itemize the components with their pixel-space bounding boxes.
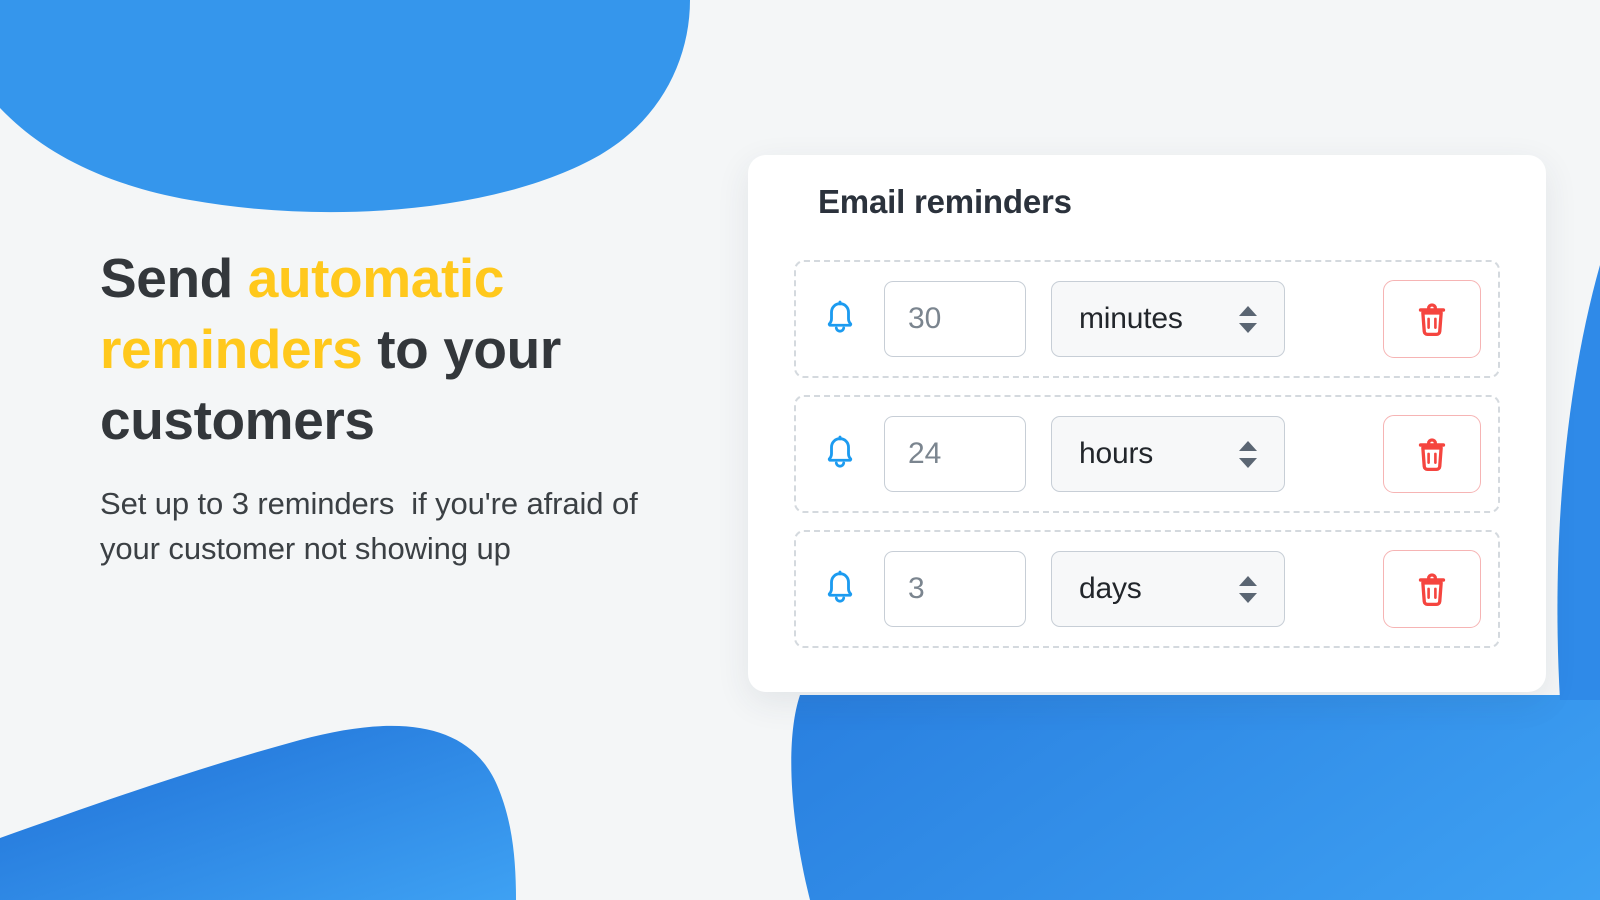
page-root: Send automatic reminders to your customers… <box>0 0 1600 900</box>
delay-value-text: 30 <box>908 302 942 335</box>
delete-reminder-button[interactable] <box>1383 550 1481 628</box>
bell-icon <box>796 570 884 608</box>
delay-unit-select[interactable]: days <box>1051 551 1285 627</box>
sort-updown-icon[interactable] <box>1238 575 1258 603</box>
trash-icon <box>1418 573 1446 607</box>
reminder-row: 24 hours <box>794 395 1500 513</box>
delay-value-input[interactable]: 24 <box>884 416 1026 492</box>
blue-blob-top-left <box>0 0 690 213</box>
reminder-row: 3 days <box>794 530 1500 648</box>
delay-unit-label: days <box>1079 572 1142 605</box>
delay-value-text: 24 <box>908 437 942 470</box>
blue-blob-bottom-left <box>0 725 516 900</box>
delay-value-input[interactable]: 30 <box>884 281 1026 357</box>
delete-reminder-button[interactable] <box>1383 280 1481 358</box>
page-title: Send automatic reminders to your customers <box>100 243 700 456</box>
headline-segment-accent-1: automatic <box>247 247 505 309</box>
headline-segment-plain-3: customers <box>100 389 375 451</box>
sort-updown-icon[interactable] <box>1238 305 1258 333</box>
blue-blob-right-edge <box>1557 265 1600 700</box>
delay-unit-select[interactable]: hours <box>1051 416 1285 492</box>
bell-icon <box>796 300 884 338</box>
bell-icon <box>796 435 884 473</box>
delay-unit-label: hours <box>1079 437 1154 470</box>
delay-value-input[interactable]: 3 <box>884 551 1026 627</box>
sort-updown-icon[interactable] <box>1238 440 1258 468</box>
delay-unit-label: minutes <box>1079 302 1183 335</box>
trash-icon <box>1418 438 1446 472</box>
hero-subtitle: Set up to 3 reminders if you're afraid o… <box>100 486 647 566</box>
hero-copy: Send automatic reminders to your customers… <box>100 243 700 571</box>
reminder-row: 30 minutes <box>794 260 1500 378</box>
delete-reminder-button[interactable] <box>1383 415 1481 493</box>
delay-value-text: 3 <box>908 572 925 605</box>
headline-segment-accent-2: reminders <box>100 318 363 380</box>
headline-segment-plain-1: Send <box>100 247 248 309</box>
card-title: Email reminders <box>818 183 1072 220</box>
headline-segment-plain-2: to your <box>362 318 561 380</box>
trash-icon <box>1418 303 1446 337</box>
reminder-list: 30 minutes 24 hours 3 days <box>794 260 1500 648</box>
email-reminders-card: Email reminders 30 minutes 24 hours 3 da… <box>748 155 1546 692</box>
delay-unit-select[interactable]: minutes <box>1051 281 1285 357</box>
